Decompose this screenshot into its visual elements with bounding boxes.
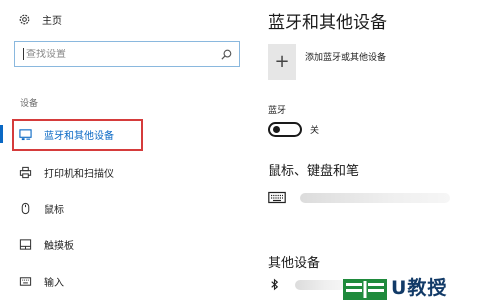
- printer-icon: [19, 166, 32, 179]
- toggle-knob: [273, 126, 280, 133]
- settings-search-box[interactable]: [14, 41, 240, 67]
- keyboard-device-row[interactable]: [268, 191, 450, 204]
- sidebar-item-printers[interactable]: 打印机和扫描仪: [0, 159, 255, 185]
- sidebar-item-typing[interactable]: 输入: [0, 268, 255, 294]
- keyboard-icon: [19, 275, 32, 288]
- bluetooth-label: 蓝牙: [268, 106, 287, 116]
- other-device-row[interactable]: [268, 278, 345, 291]
- sidebar-item-label: 输入: [44, 277, 64, 289]
- nav-home[interactable]: 主页: [18, 9, 62, 29]
- gear-icon: [18, 13, 31, 26]
- sidebar-item-touchpad[interactable]: 触摸板: [0, 231, 255, 257]
- add-device-tile[interactable]: +: [268, 44, 296, 80]
- blurred-device-name: [295, 279, 345, 290]
- add-device-label: 添加蓝牙或其他设备: [305, 53, 387, 63]
- plus-icon: +: [274, 51, 290, 72]
- touchpad-icon: [19, 238, 32, 251]
- text-cursor: [23, 48, 24, 60]
- highlight-annotation-box: [12, 119, 143, 151]
- sidebar-item-label: 打印机和扫描仪: [44, 168, 114, 180]
- settings-nav-pane: 主页 设备 蓝牙和其他设备 打印机和扫描仪 鼠标 触摸板: [0, 0, 255, 300]
- bluetooth-toggle[interactable]: [268, 122, 302, 137]
- sidebar-item-mouse[interactable]: 鼠标: [0, 195, 255, 221]
- page-title: 蓝牙和其他设备: [268, 13, 387, 33]
- bluetooth-toggle-row: 关: [268, 122, 319, 137]
- add-device-button[interactable]: + 添加蓝牙或其他设备: [268, 44, 386, 80]
- mouse-keyboard-pen-heading: 鼠标、键盘和笔: [268, 164, 360, 179]
- search-icon[interactable]: [220, 48, 233, 61]
- search-input[interactable]: [26, 48, 220, 60]
- watermark-text: U教授: [391, 277, 448, 299]
- keyboard-icon: [268, 191, 286, 204]
- nav-home-label: 主页: [42, 15, 62, 27]
- mouse-icon: [19, 202, 32, 215]
- watermark-logo: [343, 277, 387, 300]
- blurred-device-name: [300, 192, 450, 203]
- nav-section-label: 设备: [20, 99, 39, 109]
- watermark: U教授: [343, 277, 480, 300]
- sidebar-item-label: 鼠标: [44, 204, 64, 216]
- sidebar-item-label: 触摸板: [44, 240, 74, 252]
- bluetooth-state-text: 关: [310, 126, 320, 136]
- bluetooth-icon: [268, 278, 281, 291]
- other-devices-heading: 其他设备: [268, 256, 321, 271]
- settings-content-pane: 蓝牙和其他设备 + 添加蓝牙或其他设备 蓝牙 关 鼠标、键盘和笔 其他设备: [255, 0, 480, 300]
